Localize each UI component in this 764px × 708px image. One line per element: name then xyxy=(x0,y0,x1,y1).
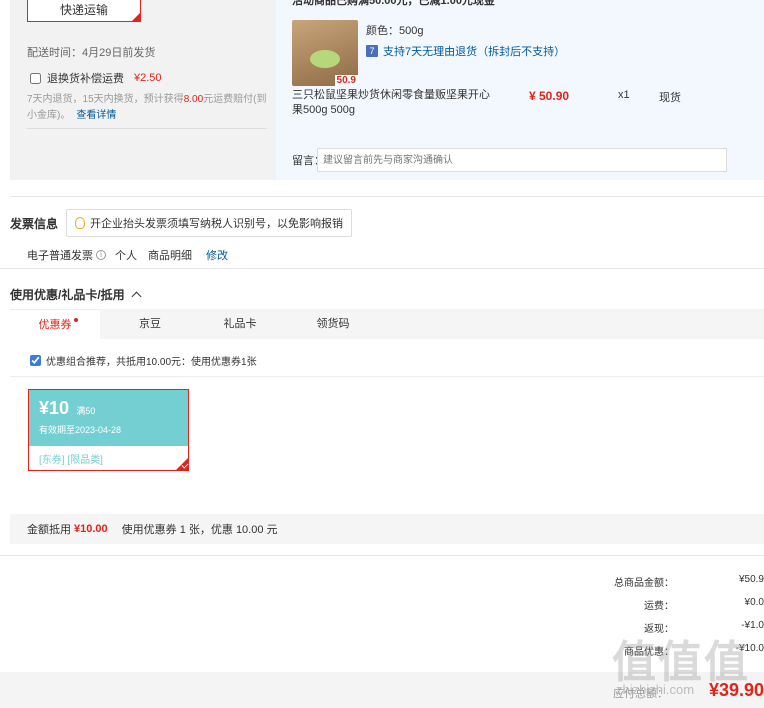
shipping-panel: 快递运输 配送时间：4月29日前发货 退换货补偿运费 ¥2.50 7天内退货，1… xyxy=(10,0,276,180)
insurance-option[interactable]: 退换货补偿运费 ¥2.50 xyxy=(30,70,162,86)
pistachio-image-icon xyxy=(310,50,340,68)
coupon-condition: 满50 xyxy=(76,406,96,416)
invoice-tip-text: 开企业抬头发票须填写纳税人识别号，以免影响报销 xyxy=(90,218,343,230)
total-label: 运费： xyxy=(644,601,674,612)
coupon-card[interactable]: ¥10 满50 有效期至2023-04-28 [东券] [限品类] xyxy=(28,389,189,471)
product-image[interactable]: 50.9 xyxy=(292,20,358,86)
total-label: 总商品金额： xyxy=(614,578,674,589)
delivery-time: 配送时间：4月29日前发货 xyxy=(27,47,156,59)
product-quantity: x1 xyxy=(618,89,630,101)
help-icon[interactable]: i xyxy=(96,250,106,260)
tab-coupons[interactable]: 优惠券 xyxy=(10,309,100,339)
coupon-summary: 金额抵用 ¥10.00 使用优惠券 1 张，优惠 10.00 元 xyxy=(10,514,764,544)
selected-corner-icon xyxy=(131,12,141,22)
divider xyxy=(27,128,267,129)
return-policy-icon: 7 xyxy=(366,45,378,57)
invoice-detail: 商品明细 xyxy=(148,250,192,262)
tab-giftcard[interactable]: 礼品卡 xyxy=(200,309,280,339)
coupon-amount: ¥10 xyxy=(39,398,70,418)
invoice-type: 电子普通发票 i xyxy=(27,247,106,263)
section-divider xyxy=(0,555,764,556)
insurance-description: 7天内退货，15天内换货，预计获得8.00元运费赔付(到小金库)。 查看详情 xyxy=(27,92,271,124)
summary-amount: ¥10.00 xyxy=(74,523,108,535)
tab-label: 京豆 xyxy=(139,318,161,330)
summary-desc: 使用优惠券 1 张，优惠 10.00 元 xyxy=(121,524,278,536)
stock-status: 现货 xyxy=(659,92,681,104)
total-value: ¥50.9 xyxy=(738,574,764,585)
product-name[interactable]: 三只松鼠坚果炒货休闲零食量贩坚果开心果500g 500g xyxy=(292,88,492,118)
invoice-title: 发票信息 xyxy=(10,217,59,231)
shipping-method-button[interactable]: 快递运输 xyxy=(27,0,141,22)
insurance-detail-link[interactable]: 查看详情 xyxy=(76,110,116,121)
message-input[interactable] xyxy=(317,148,727,172)
return-policy: 7 支持7天无理由退货（拆封后不支持） xyxy=(366,43,565,59)
section-divider xyxy=(10,196,764,197)
invoice-person: 个人 xyxy=(115,250,137,262)
tab-label: 领货码 xyxy=(316,318,350,330)
coupon-tabs: 优惠券 京豆 礼品卡 领货码 xyxy=(10,309,764,339)
tab-jingdou[interactable]: 京豆 xyxy=(110,309,190,339)
coupon-validity: 有效期至2023-04-28 xyxy=(39,425,122,435)
coupon-section-toggle[interactable]: 使用优惠/礼品卡/抵用 xyxy=(10,286,142,303)
insurance-desc-amount: 8.00 xyxy=(183,94,204,105)
combo-label: 优惠组合推荐，共抵用10.00元：使用优惠券1张 xyxy=(46,357,257,368)
tab-pickup-code[interactable]: 领货码 xyxy=(293,309,373,339)
checkmark-icon xyxy=(175,457,189,471)
insurance-label: 退换货补偿运费 xyxy=(47,73,124,85)
product-price: ¥ 50.90 xyxy=(529,89,570,103)
return-policy-text: 支持7天无理由退货（拆封后不支持） xyxy=(383,46,566,58)
tab-label: 礼品卡 xyxy=(223,318,257,330)
coupon-section-title: 使用优惠/礼品卡/抵用 xyxy=(10,288,125,302)
invoice-edit-link[interactable]: 修改 xyxy=(206,247,228,263)
watermark-url: zhizhizhi.com xyxy=(616,682,695,697)
total-value: ¥0.0 xyxy=(744,597,764,608)
combo-recommend[interactable]: 优惠组合推荐，共抵用10.00元：使用优惠券1张 xyxy=(30,353,257,368)
lightbulb-icon xyxy=(75,217,85,229)
insurance-desc-text: 7天内退货，15天内换货，预计获得 xyxy=(27,94,184,105)
chevron-up-icon xyxy=(131,291,142,302)
divider xyxy=(10,376,764,377)
tab-label: 优惠券 xyxy=(38,319,72,331)
product-attribute: 颜色：500g xyxy=(366,25,424,37)
new-dot-icon xyxy=(74,318,78,322)
summary-label: 金额抵用 xyxy=(27,524,71,536)
coupon-header: ¥10 满50 有效期至2023-04-28 xyxy=(29,390,188,446)
total-row: 总商品金额： ¥50.9 xyxy=(584,574,764,589)
shipping-method-label: 快递运输 xyxy=(59,3,108,17)
insurance-checkbox[interactable] xyxy=(30,72,41,84)
promo-tip: 活动商品已购满50.00元，已减1.00元现金 xyxy=(292,0,495,7)
order-item-panel: 活动商品已购满50.00元，已减1.00元现金 50.9 颜色：500g 7 支… xyxy=(276,0,764,180)
invoice-type-label: 电子普通发票 xyxy=(27,250,93,262)
watermark: 值值值 xyxy=(612,638,750,687)
total-row: 运费： ¥0.0 xyxy=(584,597,764,612)
image-price-tag: 50.9 xyxy=(334,75,358,86)
invoice-tip: 开企业抬头发票须填写纳税人识别号，以免影响报销 xyxy=(66,209,352,237)
section-divider xyxy=(0,268,764,269)
insurance-price: ¥2.50 xyxy=(134,72,162,84)
coupon-tags: [东券] [限品类] xyxy=(39,455,103,466)
combo-checkbox[interactable] xyxy=(30,355,41,366)
